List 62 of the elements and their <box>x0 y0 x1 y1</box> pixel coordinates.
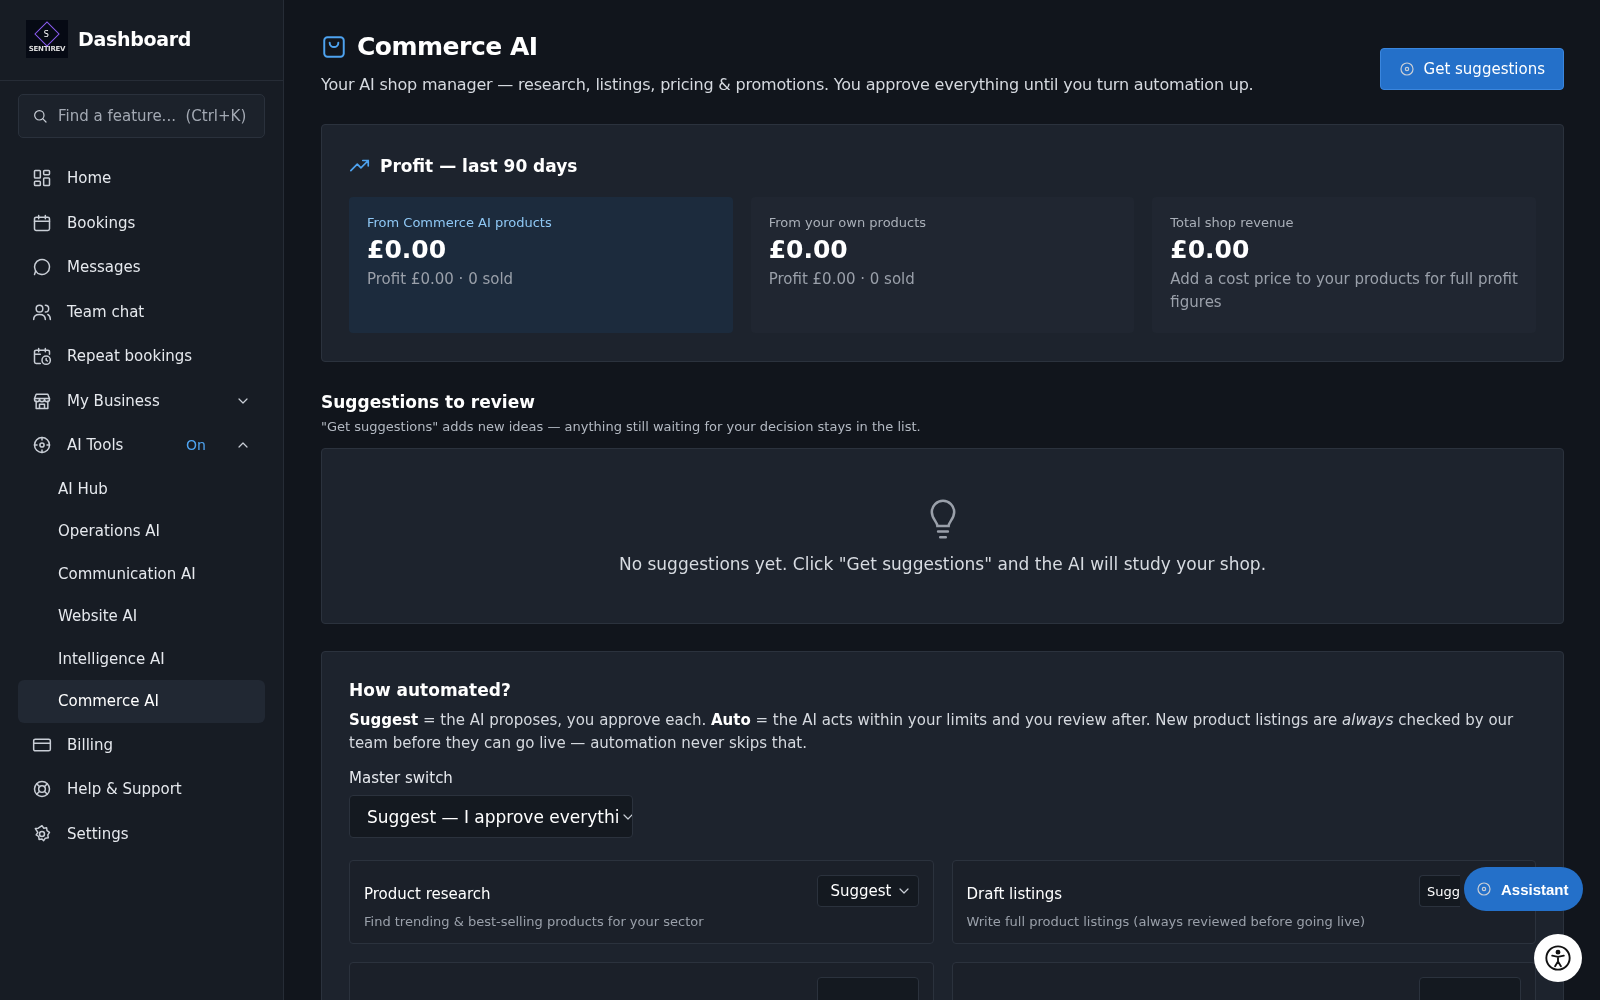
lifebuoy-icon <box>32 779 52 800</box>
panel-title: Profit — last 90 days <box>380 156 578 176</box>
setting-description: Find trending & best-selling products for your sector <box>364 914 705 929</box>
assistant-button[interactable]: Assistant <box>1464 867 1583 911</box>
field-label: Master switch <box>349 769 454 787</box>
sidebar-subitem[interactable]: Website AI <box>18 595 265 638</box>
status-label: On <box>186 437 206 454</box>
section-subtitle: "Get suggestions" adds new ideas — anything still waiting for your decision stays in the list. <box>321 419 922 434</box>
calendar-icon <box>32 212 52 233</box>
accessibility-icon <box>1544 944 1572 972</box>
accessibility-button[interactable] <box>1534 934 1582 982</box>
sidebar-item[interactable]: Messages <box>18 245 265 290</box>
sidebar-subitem[interactable]: Communication AI <box>18 552 265 595</box>
stat-note: Profit £0.00 · 0 sold <box>367 269 515 290</box>
sidebar-subitem[interactable]: Intelligence AI <box>18 637 265 680</box>
select-dropdown[interactable]: Sugg <box>1419 875 1460 907</box>
grid-icon <box>32 168 52 189</box>
sidebar-subitem[interactable]: AI Hub <box>18 467 265 510</box>
search-field[interactable]: Find a feature... (Ctrl+K) <box>18 94 265 138</box>
get-suggestions-button[interactable]: Get suggestions <box>1379 48 1564 90</box>
stat-label: From Commerce AI products <box>367 215 553 230</box>
sidebar-item[interactable]: Bookings <box>18 200 265 245</box>
stat-value: £0.00 <box>367 235 448 264</box>
sidebar-item[interactable]: Repeat bookings <box>18 334 265 379</box>
panel-title: How automated? <box>349 680 512 700</box>
target-icon <box>1476 881 1492 897</box>
target-icon <box>1398 61 1415 77</box>
sidebar-item[interactable]: AI Tools On <box>18 423 265 468</box>
page-subtitle: Your AI shop manager — research, listings, pricing & promotions. You approve everything until you turn automation up. <box>321 75 1254 94</box>
chat-bubble-icon <box>32 257 52 278</box>
select-dropdown[interactable]: Suggest — I approve everythi <box>349 795 633 838</box>
app-title: Dashboard <box>78 28 192 50</box>
empty-message: No suggestions yet. Click "Get suggestions" and the AI will study your shop. <box>618 554 1267 574</box>
stat-label: Total shop revenue <box>1170 215 1295 230</box>
target-icon <box>32 435 52 456</box>
sidebar-subitem[interactable]: Operations AI <box>18 510 265 553</box>
automation-description: Suggest = the AI proposes, you approve each. Auto = the AI acts within your limits and you review after. New product listings are always checked by our team before they can go live — automation never skips that. <box>349 710 1515 754</box>
sidebar-item[interactable]: My Business <box>18 378 265 423</box>
setting-title: Draft listings <box>966 885 1063 903</box>
stat-value: £0.00 <box>1170 235 1251 264</box>
page-title: Commerce AI <box>357 32 538 61</box>
setting-title: Product research <box>364 885 491 903</box>
sidebar-item[interactable]: Help & Support <box>18 767 265 812</box>
stat-value: £0.00 <box>768 235 849 264</box>
calendar-clock-icon <box>32 346 52 367</box>
stat-note: Profit £0.00 · 0 sold <box>768 269 916 290</box>
select-dropdown[interactable] <box>1419 977 1521 1000</box>
select-dropdown[interactable]: Suggest <box>816 875 919 907</box>
section-title: Suggestions to review <box>321 392 536 412</box>
stat-label: From your own products <box>768 215 928 230</box>
select-dropdown[interactable] <box>816 977 919 1000</box>
settings-icon <box>32 823 52 844</box>
search-input[interactable]: Find a feature... (Ctrl+K) <box>56 106 251 126</box>
sidebar-subitem[interactable]: Commerce AI <box>18 680 265 723</box>
sidebar-item[interactable]: Team chat <box>18 289 265 334</box>
stat-note: Add a cost price to your products for full profit figures <box>1170 269 1518 313</box>
search-icon <box>32 108 48 124</box>
sidebar-item[interactable]: Billing <box>18 722 265 767</box>
setting-description: Write full product listings (always reviewed before going live) <box>966 914 1366 929</box>
sidebar-item[interactable]: Settings <box>18 811 265 856</box>
shopping-bag-icon <box>321 33 347 60</box>
sidebar-item[interactable]: Home <box>18 156 265 201</box>
